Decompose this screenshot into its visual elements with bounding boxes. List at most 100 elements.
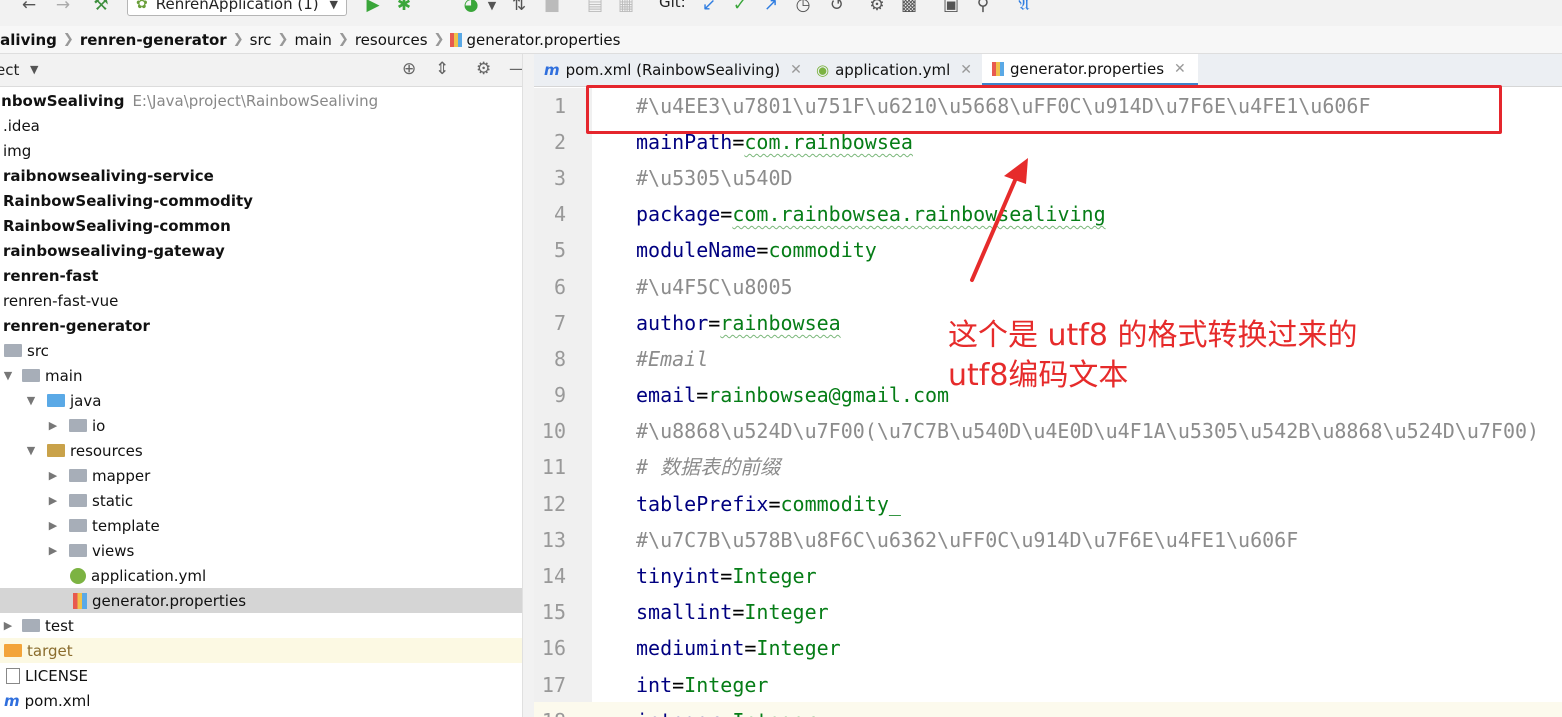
stop-icon[interactable]: ■: [541, 0, 563, 18]
tree-item-java[interactable]: ▼ java: [0, 388, 522, 413]
folder-icon: [69, 544, 87, 557]
chevron-down-icon[interactable]: ▼: [23, 444, 39, 457]
tree-item-label: inbowSealiving: [0, 91, 125, 110]
breadcrumb-item[interactable]: src: [250, 31, 272, 49]
chevron-right-icon[interactable]: ▶: [45, 544, 61, 557]
project-view-selector[interactable]: ect: [0, 61, 19, 79]
tree-item-src[interactable]: src: [0, 338, 522, 363]
tree-item-renren-fast[interactable]: renren-fast: [0, 263, 522, 288]
run-configuration-label: RenrenApplication (1): [155, 0, 319, 13]
tree-item-io[interactable]: ▶ io: [0, 413, 522, 438]
profile-icon[interactable]: ◕: [460, 0, 482, 18]
code-line: #\u8868\u524D\u7F00(\u7C7B\u540D\u4E0D\u…: [636, 419, 1539, 443]
breadcrumb-item[interactable]: resources: [355, 31, 428, 49]
tab-application-yml[interactable]: ◉ application.yml ✕: [806, 54, 978, 86]
tree-item-test[interactable]: ▶ test: [0, 613, 522, 638]
project-path: E:\Java\project\RainbowSealiving: [132, 91, 379, 110]
locate-target-icon[interactable]: ⊕: [402, 59, 416, 79]
git-commit-icon[interactable]: ✓: [729, 0, 751, 18]
gear-icon[interactable]: ⚙: [476, 59, 491, 79]
code-line: int=Integer: [636, 673, 769, 697]
tree-item-main[interactable]: ▼ main: [0, 363, 522, 388]
property-value: Integer: [756, 636, 841, 660]
tree-item-service[interactable]: raibnowsealiving-service: [0, 163, 522, 188]
tree-item-views[interactable]: ▶ views: [0, 538, 522, 563]
tree-item-commodity[interactable]: RainbowSealiving-commodity: [0, 188, 522, 213]
chevron-right-icon: ❯: [337, 32, 349, 47]
main-toolbar: ← → ⚒ ✿ RenrenApplication (1) ▼ ▶ ✱ ◕ ▼ …: [0, 0, 1562, 26]
chevron-right-icon: ❯: [277, 32, 289, 47]
chevron-right-icon[interactable]: ▶: [45, 519, 61, 532]
attach-icon[interactable]: ⇅: [508, 0, 530, 18]
debug-icon[interactable]: ✱: [393, 0, 415, 18]
chevron-right-icon[interactable]: ▶: [45, 469, 61, 482]
tree-item-resources[interactable]: ▼ resources: [0, 438, 522, 463]
breadcrumb-item[interactable]: ealiving: [0, 31, 57, 49]
close-icon[interactable]: ✕: [1174, 61, 1186, 77]
tree-item-target[interactable]: target: [0, 638, 522, 663]
tree-item-application-yml[interactable]: application.yml: [0, 563, 522, 588]
tree-item-common[interactable]: RainbowSealiving-common: [0, 213, 522, 238]
spring-leaf-icon: ✿: [136, 0, 148, 12]
chevron-right-icon[interactable]: ▶: [0, 619, 16, 632]
terminal-icon[interactable]: ▣: [940, 0, 962, 18]
tree-item-renren-generator[interactable]: renren-generator: [0, 313, 522, 338]
property-value: Integer: [744, 600, 829, 624]
folder-icon: [69, 494, 87, 507]
breadcrumb-item[interactable]: generator.properties: [466, 31, 620, 49]
code-line: #\u7C7B\u578B\u8F6C\u6362\uFF0C\u914D\u7…: [636, 528, 1298, 552]
tree-item-idea[interactable]: .idea: [0, 113, 522, 138]
back-arrow-icon[interactable]: ←: [18, 0, 40, 18]
build-project-icon[interactable]: ▤: [584, 0, 606, 18]
forward-arrow-icon[interactable]: →: [52, 0, 74, 18]
tree-root[interactable]: inbowSealiving E:\Java\project\RainbowSe…: [0, 88, 522, 113]
line-number: 18: [534, 709, 566, 717]
source-folder-icon: [47, 394, 65, 407]
breadcrumb-item[interactable]: renren-generator: [80, 31, 227, 49]
tree-item-static[interactable]: ▶ static: [0, 488, 522, 513]
project-structure-icon[interactable]: ▩: [898, 0, 920, 18]
git-update-icon[interactable]: ↙: [698, 0, 720, 18]
tree-item-pom-xml[interactable]: m pom.xml: [0, 688, 522, 713]
collapse-all-icon[interactable]: ⇕: [435, 59, 449, 79]
property-value: com.rainbowsea.rainbowsealiving: [732, 202, 1106, 226]
chevron-down-icon[interactable]: ▼: [23, 394, 39, 407]
code-editor[interactable]: 1 2 3 4 5 6 7 8 9 10 11 12 13 14 15 16 1…: [534, 88, 1562, 717]
tree-item-img[interactable]: img: [0, 138, 522, 163]
close-icon[interactable]: ✕: [960, 62, 972, 78]
settings-wrench-icon[interactable]: ⚙: [866, 0, 888, 18]
tree-item-generator-properties[interactable]: generator.properties: [0, 588, 522, 613]
breadcrumb-item[interactable]: main: [294, 31, 331, 49]
folder-icon: [69, 469, 87, 482]
chevron-down-icon[interactable]: ▼: [30, 63, 38, 76]
line-number: 8: [553, 347, 566, 371]
tab-generator-properties[interactable]: generator.properties ✕: [982, 54, 1198, 86]
line-number: 14: [541, 564, 566, 588]
build-hammer-icon[interactable]: ⚒: [90, 0, 112, 18]
rollback-icon[interactable]: ↺: [826, 0, 848, 18]
close-icon[interactable]: ✕: [790, 62, 802, 78]
tree-item-mapper[interactable]: ▶ mapper: [0, 463, 522, 488]
tree-item-label: test: [45, 616, 74, 635]
structure-icon[interactable]: ▦: [615, 0, 637, 18]
history-icon[interactable]: ◷: [792, 0, 814, 18]
tree-item-license[interactable]: LICENSE: [0, 663, 522, 688]
tree-item-template[interactable]: ▶ template: [0, 513, 522, 538]
tree-item-renren-fast-vue[interactable]: renren-fast-vue: [0, 288, 522, 313]
chevron-right-icon[interactable]: ▶: [45, 419, 61, 432]
search-icon[interactable]: ⚲: [972, 0, 994, 18]
tree-item-gateway[interactable]: rainbowsealiving-gateway: [0, 238, 522, 263]
run-icon[interactable]: ▶: [362, 0, 384, 18]
translate-icon[interactable]: 𝔄: [1013, 0, 1035, 18]
run-configuration-dropdown[interactable]: ✿ RenrenApplication (1) ▼: [127, 0, 347, 16]
annotation-note: 这个是 utf8 的格式转换过来的 utf8编码文本: [948, 316, 1468, 396]
tree-item-label: mapper: [92, 466, 151, 485]
chevron-down-icon[interactable]: ▼: [484, 0, 500, 18]
code-line: smallint=Integer: [636, 600, 829, 624]
chevron-right-icon[interactable]: ▶: [45, 494, 61, 507]
tab-pom-xml[interactable]: m pom.xml (RainbowSealiving) ✕: [534, 54, 806, 86]
panel-splitter[interactable]: [522, 54, 534, 717]
git-push-icon[interactable]: ↗: [760, 0, 782, 18]
property-value: rainbowsea: [720, 311, 841, 335]
chevron-down-icon[interactable]: ▼: [0, 369, 16, 382]
